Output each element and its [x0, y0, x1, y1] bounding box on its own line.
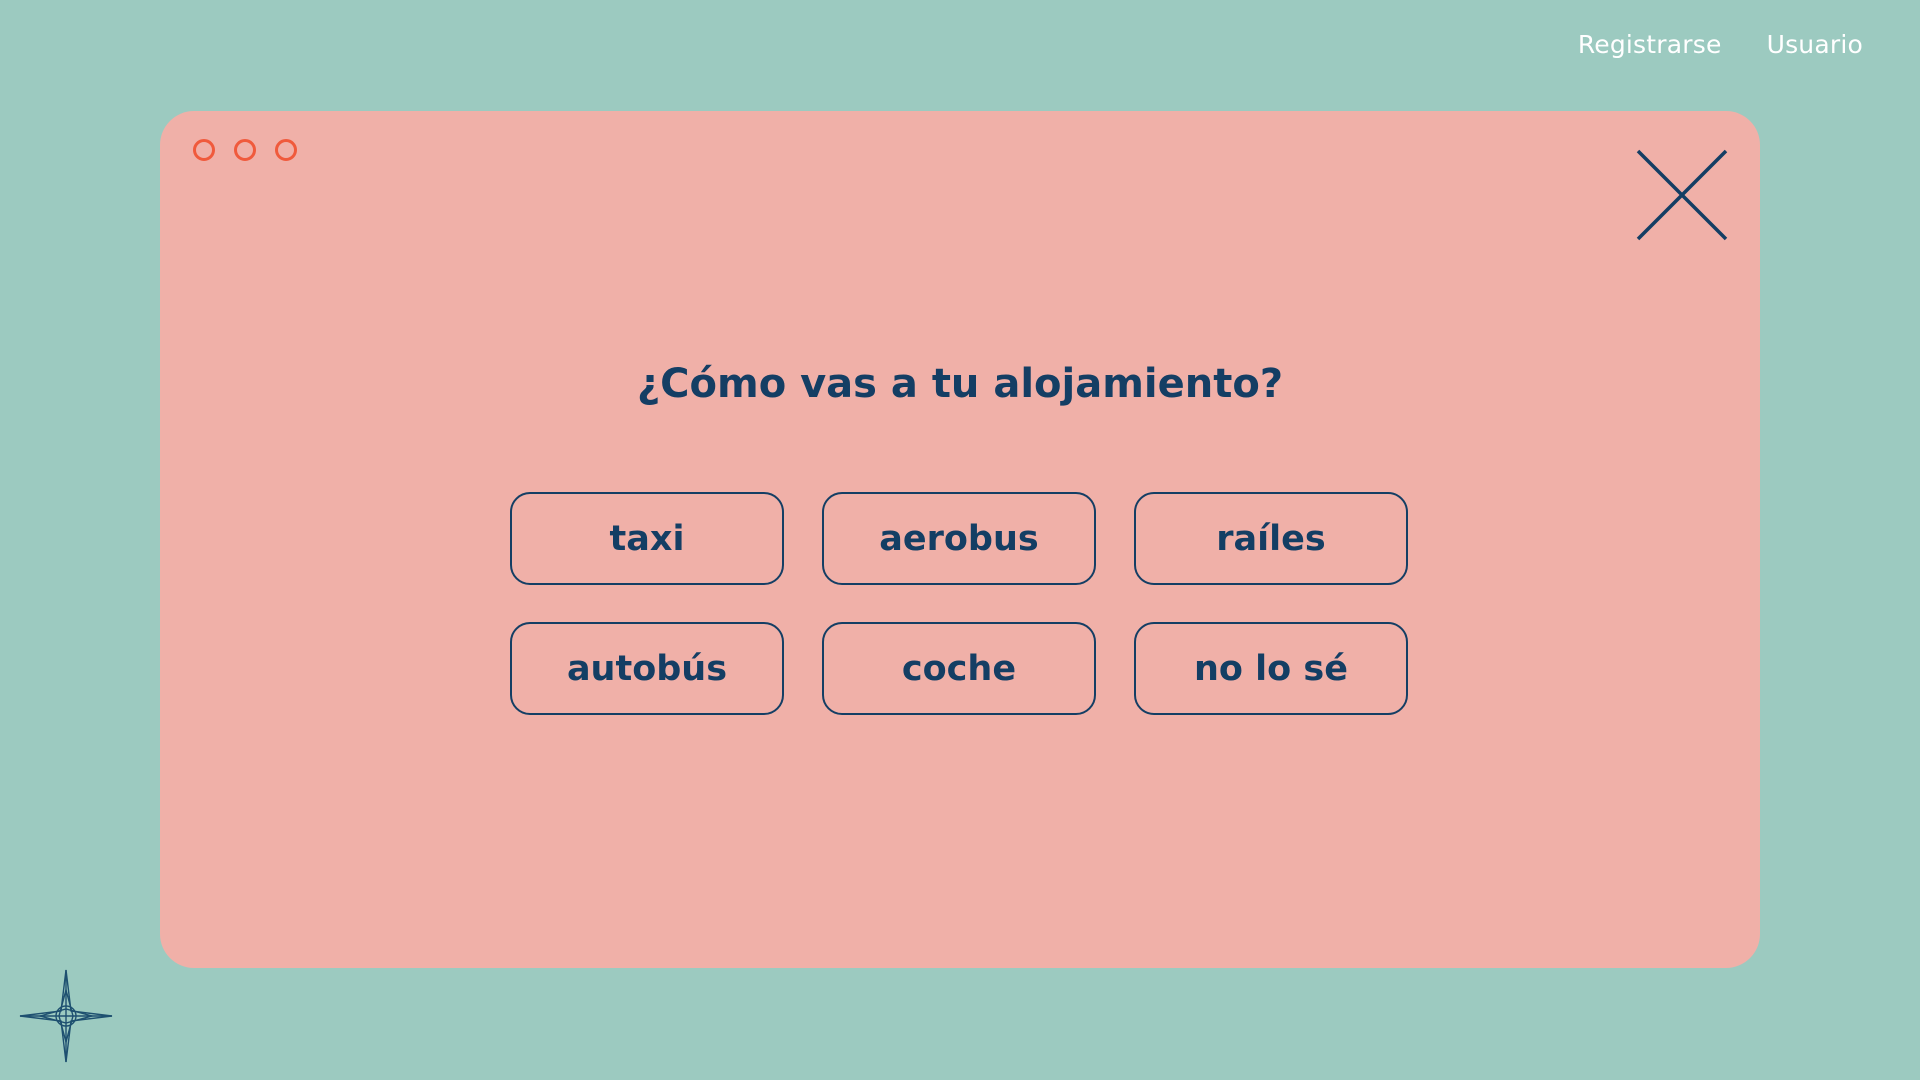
option-coche-button[interactable]: coche	[822, 622, 1096, 715]
question-dialog: ¿Cómo vas a tu alojamiento? taxi aerobus…	[160, 111, 1760, 968]
user-link[interactable]: Usuario	[1767, 30, 1863, 59]
option-railes-button[interactable]: raíles	[1134, 492, 1408, 585]
window-dot	[275, 139, 297, 161]
option-no-lo-se-button[interactable]: no lo sé	[1134, 622, 1408, 715]
compass-star-icon	[18, 968, 114, 1064]
option-taxi-button[interactable]: taxi	[510, 492, 784, 585]
window-dots-icon	[193, 139, 297, 161]
window-dot	[234, 139, 256, 161]
question-title: ¿Cómo vas a tu alojamiento?	[636, 361, 1284, 407]
close-icon	[1636, 149, 1728, 241]
window-dot	[193, 139, 215, 161]
close-button[interactable]	[1636, 149, 1728, 241]
answer-options: taxi aerobus raíles autobús coche no lo …	[510, 492, 1408, 715]
option-aerobus-button[interactable]: aerobus	[822, 492, 1096, 585]
option-autobus-button[interactable]: autobús	[510, 622, 784, 715]
signup-link[interactable]: Registrarse	[1578, 30, 1722, 59]
top-navigation: Registrarse Usuario	[1578, 30, 1863, 59]
